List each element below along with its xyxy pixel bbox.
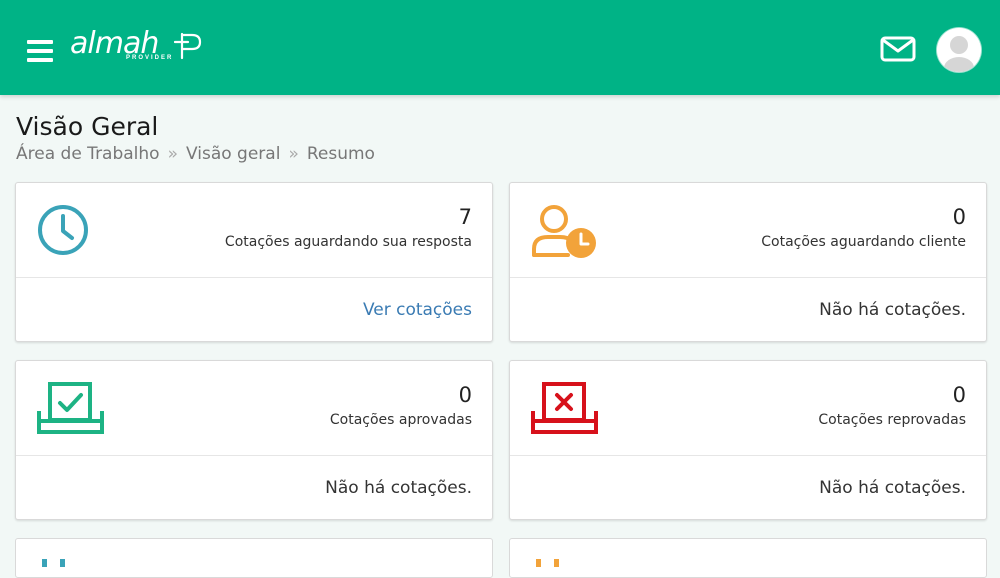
breadcrumb-item-summary: Resumo <box>306 144 375 164</box>
breadcrumb: Área de Trabalho » Visão geral » Resumo <box>16 144 375 164</box>
card-header: 0 Cotações reprovadas <box>510 361 986 456</box>
user-clock-icon <box>532 205 596 258</box>
card-header: 7 Cotações aguardando sua resposta <box>16 183 492 278</box>
app-logo[interactable]: almah PROVIDER <box>70 26 210 66</box>
card-awaiting-client: 0 Cotações aguardando cliente Não há cot… <box>509 182 987 342</box>
card-description: Cotações aprovadas <box>329 412 472 428</box>
page-title: Visão Geral <box>16 112 159 141</box>
card-footer-text: Não há cotações. <box>819 478 966 498</box>
clock-icon <box>38 205 88 255</box>
top-bar: almah PROVIDER <box>0 0 1000 95</box>
rejected-tray-icon <box>531 382 598 434</box>
card-description: Cotações aguardando cliente <box>761 234 966 250</box>
card-partial-icon <box>42 559 65 567</box>
breadcrumb-item-overview[interactable]: Visão geral <box>186 144 280 164</box>
card-count: 0 <box>952 205 966 229</box>
logo-mark-icon <box>174 32 202 60</box>
card-count: 7 <box>458 205 472 229</box>
card-description: Cotações aguardando sua resposta <box>224 234 472 250</box>
breadcrumb-item-workspace[interactable]: Área de Trabalho <box>16 144 160 164</box>
card-partial-left <box>15 538 493 578</box>
card-count: 0 <box>952 383 966 407</box>
card-partial-icon <box>536 559 559 567</box>
card-awaiting-response: 7 Cotações aguardando sua resposta Ver c… <box>15 182 493 342</box>
card-header: 0 Cotações aprovadas <box>16 361 492 456</box>
card-description: Cotações reprovadas <box>818 412 966 428</box>
view-quotes-link[interactable]: Ver cotações <box>363 300 472 320</box>
user-avatar-icon[interactable] <box>937 28 981 72</box>
card-header: 0 Cotações aguardando cliente <box>510 183 986 278</box>
card-approved: 0 Cotações aprovadas Não há cotações. <box>15 360 493 520</box>
breadcrumb-separator-icon: » <box>167 144 178 164</box>
card-count: 0 <box>458 383 472 407</box>
card-footer-text: Não há cotações. <box>819 300 966 320</box>
card-footer-text: Não há cotações. <box>325 478 472 498</box>
hamburger-icon[interactable] <box>27 40 53 62</box>
approved-tray-icon <box>37 382 104 434</box>
logo-subtext: PROVIDER <box>126 55 174 61</box>
breadcrumb-separator-icon: » <box>288 144 299 164</box>
card-partial-right <box>509 538 987 578</box>
envelope-icon[interactable] <box>880 36 916 62</box>
card-rejected: 0 Cotações reprovadas Não há cotações. <box>509 360 987 520</box>
